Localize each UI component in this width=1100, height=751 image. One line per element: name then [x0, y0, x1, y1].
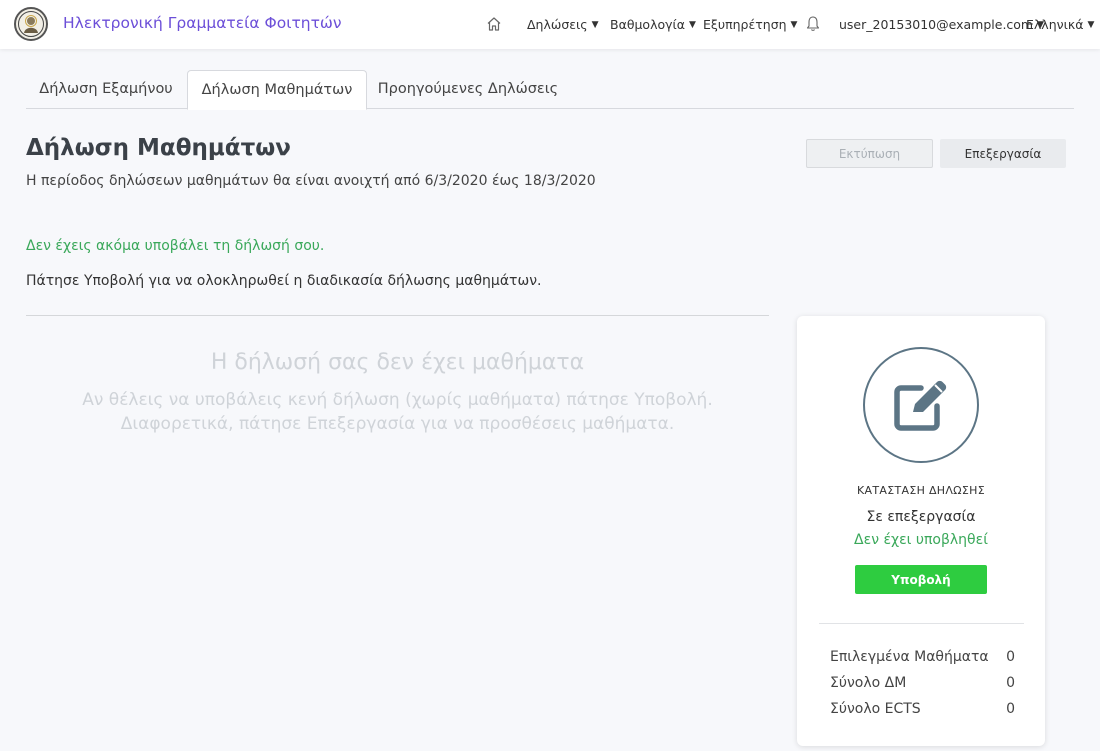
empty-state-description: Αν θέλεις να υποβάλεις κενή δήλωση (χωρί…	[26, 388, 769, 436]
tab-previous-declarations[interactable]: Προηγούμενες Δηλώσεις	[368, 70, 568, 109]
status-icon-circle	[863, 347, 979, 463]
chevron-down-icon: ▼	[1087, 19, 1095, 30]
stat-label: Σύνολο ΔΜ	[830, 675, 907, 691]
edit-icon	[894, 380, 947, 431]
nav-services-label: Εξυπηρέτηση	[703, 17, 787, 32]
empty-state-title: Η δήλωσή σας δεν έχει μαθήματα	[210, 350, 585, 375]
language-menu[interactable]: Ελληνικά ▼	[1026, 0, 1094, 49]
nav-services[interactable]: Εξυπηρέτηση ▼	[703, 0, 797, 49]
stat-value: 0	[1006, 649, 1015, 665]
stat-value: 0	[1006, 675, 1015, 691]
stat-total-dm: Σύνολο ΔΜ 0	[830, 675, 1015, 695]
nav-grades-label: Βαθμολογία	[610, 17, 685, 32]
nav-declarations-label: Δηλώσεις	[527, 17, 588, 32]
app-title[interactable]: Ηλεκτρονική Γραμματεία Φοιτητών	[63, 14, 342, 32]
stat-value: 0	[1006, 701, 1015, 717]
chevron-down-icon: ▼	[790, 19, 798, 30]
edit-button[interactable]: Επεξεργασία	[940, 139, 1066, 168]
submission-status: Δεν έχει υποβληθεί	[854, 532, 988, 548]
nav-declarations[interactable]: Δηλώσεις ▼	[527, 0, 599, 49]
chevron-down-icon: ▼	[591, 19, 599, 30]
submit-button[interactable]: Υποβολή	[855, 565, 987, 594]
stat-total-ects: Σύνολο ECTS 0	[830, 701, 1015, 721]
top-navbar: Ηλεκτρονική Γραμματεία Φοιτητών Δηλώσεις…	[0, 0, 1100, 49]
tab-course-declaration[interactable]: Δήλωση Μαθημάτων	[187, 70, 367, 110]
divider	[26, 315, 769, 316]
stat-label: Επιλεγμένα Μαθήματα	[830, 649, 989, 665]
stat-selected-courses: Επιλεγμένα Μαθήματα 0	[830, 649, 1015, 669]
user-email: user_20153010@example.com	[839, 17, 1034, 32]
period-subtitle: Η περίοδος δηλώσεων μαθημάτων θα είναι α…	[26, 173, 596, 189]
empty-state-line: Αν θέλεις να υποβάλεις κενή δήλωση (χωρί…	[82, 390, 713, 410]
empty-state-line: Διαφορετικά, πάτησε Επεξεργασία για να π…	[120, 414, 675, 434]
user-menu[interactable]: user_20153010@example.com ▼	[839, 0, 1044, 49]
status-label: ΚΑΤΑΣΤΑΣΗ ΔΗΛΩΣΗΣ	[857, 484, 985, 497]
declaration-status-card: ΚΑΤΑΣΤΑΣΗ ΔΗΛΩΣΗΣ Σε επεξεργασία Δεν έχε…	[797, 316, 1045, 746]
language-label: Ελληνικά	[1026, 17, 1084, 32]
page-title: Δήλωση Μαθημάτων	[26, 135, 291, 161]
card-divider	[819, 623, 1024, 624]
home-icon[interactable]	[485, 15, 503, 33]
not-submitted-warning: Δεν έχεις ακόμα υποβάλει τη δήλωσή σου.	[26, 238, 325, 254]
chevron-down-icon: ▼	[688, 19, 696, 30]
tab-semester-declaration[interactable]: Δήλωση Εξαμήνου	[26, 70, 186, 109]
submit-instructions: Πάτησε Υποβολή για να ολοκληρωθεί η διαδ…	[26, 273, 542, 289]
declaration-tabs: Δήλωση Εξαμήνου Δήλωση Μαθημάτων Προηγού…	[26, 70, 1074, 110]
print-button[interactable]: Εκτύπωση	[806, 139, 933, 168]
status-value: Σε επεξεργασία	[866, 509, 976, 525]
university-seal-icon[interactable]	[14, 7, 48, 41]
bell-icon[interactable]	[805, 15, 821, 33]
stat-label: Σύνολο ECTS	[830, 701, 921, 717]
nav-grades[interactable]: Βαθμολογία ▼	[610, 0, 696, 49]
